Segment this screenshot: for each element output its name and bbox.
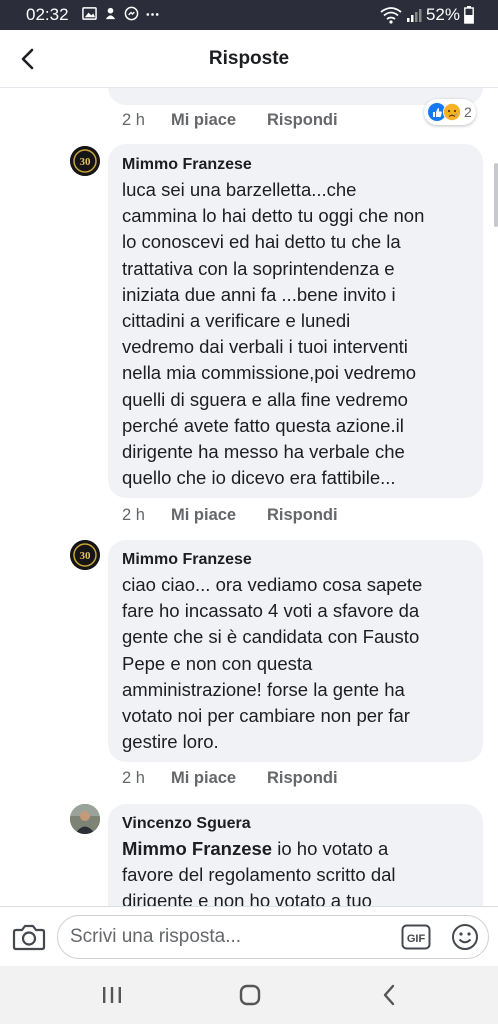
status-bar: 02:32 52%: [0, 0, 498, 30]
signal-icon: [406, 9, 422, 22]
svg-text:GIF: GIF: [407, 933, 426, 945]
recent-apps-icon[interactable]: [99, 982, 125, 1008]
more-dots-icon: [146, 13, 159, 16]
camera-icon[interactable]: [12, 922, 46, 952]
avatar[interactable]: [70, 804, 100, 834]
avatar[interactable]: 30: [70, 146, 100, 176]
image-icon: [82, 7, 97, 20]
battery-percent: 52%: [425, 5, 460, 24]
wifi-icon: [380, 7, 402, 24]
android-icon: [105, 7, 116, 20]
comment-time: 2 h: [122, 769, 145, 787]
reactions-badge[interactable]: 2: [424, 99, 476, 125]
comment-time: 2 h: [122, 506, 145, 524]
comment-bubble[interactable]: Mimmo Franzese luca sei una barzelletta.…: [108, 144, 483, 498]
comment-actions: 2 h Mi piace Rispondi: [122, 506, 338, 525]
replies-list[interactable]: serata 2 h Mi piace Rispondi 2 30 Mimmo …: [0, 88, 498, 906]
comment-author[interactable]: Vincenzo Sguera: [122, 815, 251, 833]
reply-input-box[interactable]: GIF: [57, 915, 489, 959]
like-button[interactable]: Mi piace: [171, 769, 267, 788]
scrollbar[interactable]: [494, 163, 498, 227]
comment-text: ciao ciao... ora vediamo cosa sapete far…: [122, 574, 423, 753]
mention-link[interactable]: Mimmo Franzese: [122, 838, 272, 859]
system-navbar: [0, 966, 498, 1024]
comment-author[interactable]: Mimmo Franzese: [122, 551, 252, 569]
battery-icon: [464, 6, 474, 24]
comment-bubble[interactable]: Vincenzo Sguera Mimmo Franzese io ho vot…: [108, 804, 483, 906]
reply-composer: GIF: [0, 906, 498, 966]
home-icon[interactable]: [237, 982, 263, 1008]
svg-text:30: 30: [80, 156, 92, 168]
status-time: 02:32: [26, 5, 69, 24]
like-button[interactable]: Mi piace: [171, 506, 267, 525]
comment-author[interactable]: Mimmo Franzese: [122, 156, 252, 174]
reply-input[interactable]: [70, 924, 380, 950]
like-button[interactable]: Mi piace: [171, 111, 267, 130]
reactions-count: 2: [464, 104, 472, 120]
comment-actions: 2 h Mi piace Rispondi: [122, 111, 338, 130]
comment-text: serata: [122, 88, 173, 93]
comment-text: Mimmo Franzese io ho votato a favore del…: [122, 838, 396, 906]
gif-icon[interactable]: GIF: [401, 924, 431, 950]
emoji-icon[interactable]: [451, 923, 479, 951]
sad-icon: [443, 103, 461, 121]
avatar[interactable]: 30: [70, 540, 100, 570]
comment-actions: 2 h Mi piace Rispondi: [122, 769, 338, 788]
svg-text:30: 30: [80, 550, 92, 562]
page-title: Risposte: [208, 48, 290, 69]
reply-button[interactable]: Rispondi: [267, 769, 338, 788]
reply-button[interactable]: Rispondi: [267, 506, 338, 525]
comment-text: luca sei una barzelletta...che cammina l…: [122, 179, 425, 489]
comment-bubble[interactable]: Mimmo Franzese ciao ciao... ora vediamo …: [108, 540, 483, 762]
comment-time: 2 h: [122, 111, 145, 129]
reply-button[interactable]: Rispondi: [267, 111, 338, 130]
messenger-icon: [124, 6, 139, 21]
back-icon[interactable]: [377, 982, 403, 1008]
header: Risposte: [0, 30, 498, 88]
